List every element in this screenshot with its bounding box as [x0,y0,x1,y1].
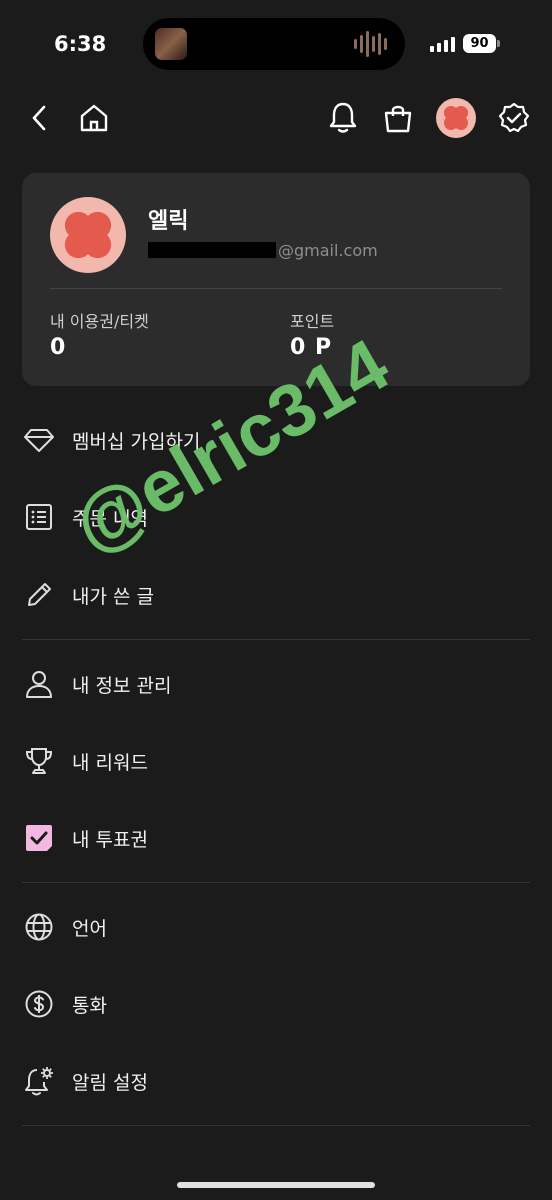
notifications-button[interactable] [326,100,360,136]
menu-label-notification-settings: 알림 설정 [72,1071,148,1094]
home-indicator[interactable] [177,1182,375,1188]
status-bar: 6:38 90 [0,0,552,90]
dynamic-island[interactable] [143,18,405,70]
cart-button[interactable] [380,100,416,136]
list-icon [22,500,56,534]
menu-label-orders: 주문 내역 [72,507,148,530]
menu-divider [22,639,530,640]
menu-item-my-info[interactable]: 내 정보 관리 [0,654,552,714]
menu-item-membership[interactable]: 멤버십 가입하기 [0,410,552,470]
pencil-icon [22,578,56,612]
tickets-label: 내 이용권/티켓 [50,312,149,331]
flower-avatar-icon [64,211,112,259]
menu-item-orders[interactable]: 주문 내역 [0,487,552,547]
menu-item-language[interactable]: 언어 [0,897,552,957]
points-value[interactable]: 0 P [290,335,332,360]
now-playing-artwork [155,28,187,60]
menu-label-currency: 통화 [72,994,107,1017]
profile-email: @gmail.com [148,239,378,261]
card-divider [50,288,502,289]
menu-label-my-posts: 내가 쓴 글 [72,585,154,608]
cellular-signal-icon [430,36,455,52]
status-time: 6:38 [54,32,107,56]
flower-avatar-icon [444,106,468,130]
diamond-icon [22,423,56,457]
globe-icon [22,910,56,944]
home-button[interactable] [76,100,112,136]
email-redaction [148,242,276,258]
audio-waveform-icon [354,30,387,58]
bell-settings-icon [22,1064,56,1098]
vote-check-icon [22,821,56,855]
profile-name: 엘릭 [148,209,189,234]
menu-label-membership: 멤버십 가입하기 [72,430,201,453]
menu-divider [22,882,530,883]
menu-item-vote-tickets[interactable]: 내 투표권 [0,808,552,868]
battery-indicator: 90 [463,34,496,53]
home-icon [80,104,108,132]
back-button[interactable] [22,100,56,136]
menu-label-my-info: 내 정보 관리 [72,674,172,697]
menu-label-vote-tickets: 내 투표권 [72,828,148,851]
person-icon [22,667,56,701]
chevron-left-icon [32,105,46,131]
shopping-bag-icon [384,105,412,133]
profile-card[interactable]: 엘릭 @gmail.com 내 이용권/티켓 0 포인트 0 P [22,173,530,386]
nav-profile-avatar[interactable] [436,98,476,138]
points-label: 포인트 [290,312,335,331]
menu-item-rewards[interactable]: 내 리워드 [0,731,552,791]
menu-item-my-posts[interactable]: 내가 쓴 글 [0,565,552,625]
email-domain: @gmail.com [278,240,378,260]
tickets-value[interactable]: 0 [50,335,66,360]
verified-badge-icon [498,102,530,133]
menu-label-language: 언어 [72,917,107,940]
menu-divider [22,1125,530,1126]
battery-tip [497,40,500,47]
menu-item-notification-settings[interactable]: 알림 설정 [0,1051,552,1111]
menu-label-rewards: 내 리워드 [72,751,148,774]
profile-avatar[interactable] [50,197,126,273]
bell-icon [329,102,357,133]
trophy-icon [22,744,56,778]
dollar-icon [22,987,56,1021]
verified-button[interactable] [496,100,532,136]
menu-item-currency[interactable]: 통화 [0,974,552,1034]
